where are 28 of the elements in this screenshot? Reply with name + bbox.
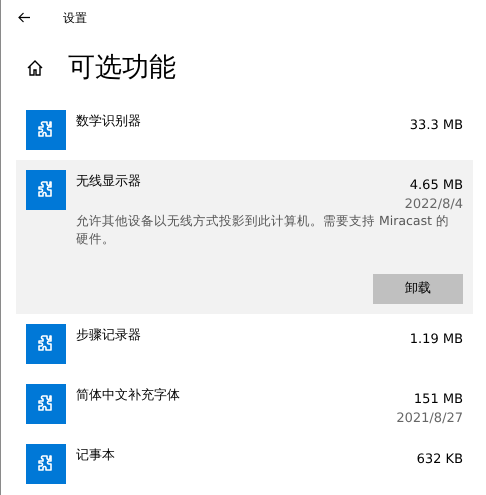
feature-item[interactable]: 记事本 632 KB	[16, 434, 473, 494]
feature-size: 1.19 MB	[410, 331, 463, 349]
feature-item[interactable]: 步骤记录器 1.19 MB	[16, 314, 473, 374]
puzzle-icon	[26, 384, 66, 424]
feature-item[interactable]: 简体中文补充字体 151 MB 2021/8/27	[16, 374, 473, 434]
page-title: 可选功能	[68, 54, 176, 81]
window-title: 设置	[63, 10, 87, 26]
feature-size: 632 KB	[416, 451, 463, 469]
uninstall-button[interactable]: 卸载	[373, 274, 463, 304]
puzzle-icon	[26, 444, 66, 484]
feature-size: 4.65 MB	[410, 177, 463, 195]
feature-name: 记事本	[76, 447, 115, 465]
puzzle-icon	[26, 170, 66, 210]
install-date: 2021/8/27	[396, 410, 463, 428]
feature-name: 无线显示器	[76, 173, 141, 191]
feature-size: 151 MB	[414, 391, 463, 409]
feature-item[interactable]: 无线显示器 4.65 MB 2022/8/4 允许其他设备以无线方式投影到此计算机。需要支持 Miracast 的硬件。 卸载	[16, 160, 473, 314]
feature-name: 数学识别器	[76, 113, 141, 131]
feature-description: 允许其他设备以无线方式投影到此计算机。需要支持 Miracast 的硬件。	[76, 212, 450, 248]
feature-item[interactable]: 数学识别器 33.3 MB	[16, 100, 473, 160]
feature-name: 简体中文补充字体	[76, 387, 180, 405]
puzzle-icon	[26, 324, 66, 364]
back-arrow-icon[interactable]	[18, 12, 30, 23]
install-date: 2022/8/4	[404, 196, 463, 214]
feature-size: 33.3 MB	[410, 117, 463, 135]
puzzle-icon	[26, 110, 66, 150]
feature-name: 步骤记录器	[76, 327, 141, 345]
home-icon[interactable]	[26, 58, 44, 76]
